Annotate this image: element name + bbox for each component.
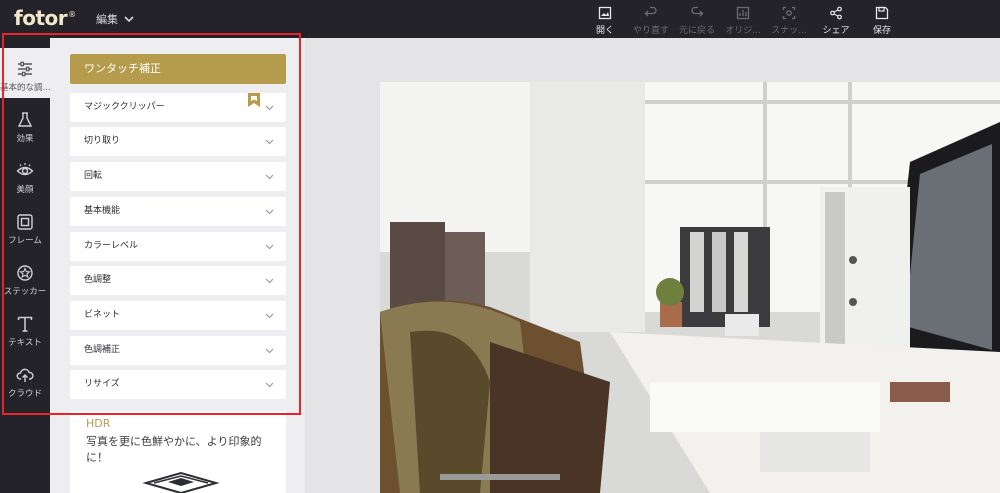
undo-button[interactable]: やり直す: [626, 6, 676, 36]
accordion-label: マジッククリッパー: [84, 102, 165, 112]
accordion-label: ビネット: [84, 310, 121, 320]
chevron-down-icon: [265, 348, 274, 354]
hdr-title: HDR: [86, 417, 111, 430]
accordion-resize[interactable]: リサイズ: [70, 370, 286, 399]
save-label: 保存: [872, 26, 891, 36]
accordion-label: 基本機能: [84, 206, 121, 216]
accordion-rotate[interactable]: 回転: [70, 162, 286, 191]
top-bar: fotor® 編集 開く やり直す 元に戻る オリジ... スナッ... シェア…: [0, 0, 1000, 38]
rail-label-text: テキスト: [8, 338, 42, 348]
rail-item-sticker[interactable]: ステッカー: [0, 252, 50, 302]
rail-label-beauty: 美顔: [16, 185, 34, 195]
redo-label: 元に戻る: [678, 26, 715, 36]
chevron-down-icon: [124, 16, 134, 23]
fotor-logo[interactable]: fotor®: [14, 6, 76, 30]
accordion-label: 色調整: [84, 275, 112, 285]
photo-preview[interactable]: [380, 82, 1000, 493]
hdr-layers-icon: [142, 471, 220, 493]
editor-canvas: [305, 38, 1000, 493]
original-icon: [736, 6, 750, 20]
sliders-icon: [18, 61, 32, 77]
original-label: オリジ...: [725, 26, 761, 36]
sticker-icon: [17, 265, 33, 281]
open-image-icon: [598, 6, 612, 20]
frame-icon: [17, 214, 33, 230]
original-button[interactable]: オリジ...: [718, 6, 768, 36]
accordion-color-adjust[interactable]: 色調整: [70, 266, 286, 295]
edit-menu[interactable]: 編集: [96, 11, 134, 27]
share-icon: [830, 6, 842, 20]
chevron-down-icon: [265, 174, 274, 180]
accordion-label: 切り取り: [84, 136, 121, 146]
accordion-label: 色調補正: [84, 345, 121, 355]
bookmark-icon: [248, 93, 260, 107]
basic-adjust-panel: ワンタッチ補正 マジッククリッパー 切り取り 回転 基本機能 カラーレベル 色調…: [50, 38, 305, 493]
flask-icon: [17, 112, 33, 127]
rail-item-beauty[interactable]: 美顔: [0, 150, 50, 200]
rail-item-basic-adjust[interactable]: 基本的な調...: [0, 48, 50, 98]
accordion-label: 回転: [84, 171, 103, 181]
accordion-vignette[interactable]: ビネット: [70, 301, 286, 330]
redo-button[interactable]: 元に戻る: [672, 6, 722, 36]
eye-icon: [16, 163, 34, 176]
rail-label-cloud: クラウド: [7, 389, 42, 399]
share-button[interactable]: シェア: [811, 6, 861, 36]
chevron-down-icon: [265, 139, 274, 145]
edit-menu-label: 編集: [96, 13, 118, 26]
hdr-effect-card[interactable]: HDR 写真を更に色鮮やかに、より印象的に！: [70, 411, 286, 493]
one-touch-enhance-button[interactable]: ワンタッチ補正: [70, 54, 286, 84]
rail-item-cloud[interactable]: クラウド: [0, 354, 50, 404]
text-icon: [17, 316, 33, 332]
save-icon: [875, 6, 889, 20]
accordion-label: リサイズ: [84, 379, 120, 389]
left-rail: 基本的な調... 効果 美顔 フレーム ステッカー テキスト クラウド: [0, 38, 50, 493]
save-button[interactable]: 保存: [857, 6, 907, 36]
chevron-down-icon: [265, 209, 274, 215]
rail-label-sticker: ステッカー: [3, 287, 47, 297]
chevron-down-icon: [265, 244, 274, 250]
accordion-basic-functions[interactable]: 基本機能: [70, 197, 286, 226]
chevron-down-icon: [265, 382, 274, 388]
cloud-upload-icon: [16, 368, 34, 382]
open-button[interactable]: 開く: [580, 6, 630, 36]
accordion-color-level[interactable]: カラーレベル: [70, 232, 286, 261]
snapshot-button[interactable]: スナッ...: [764, 6, 814, 36]
share-label: シェア: [822, 26, 850, 36]
accordion-label: カラーレベル: [84, 241, 139, 251]
office-desk-photo: [380, 82, 1000, 493]
undo-label: やり直す: [632, 26, 669, 36]
undo-icon: [644, 6, 657, 17]
snapshot-label: スナッ...: [771, 26, 807, 36]
open-label: 開く: [595, 26, 614, 36]
rail-item-frame[interactable]: フレーム: [0, 201, 50, 251]
chevron-down-icon: [265, 278, 274, 284]
rail-label-frame: フレーム: [8, 236, 42, 246]
rail-label-effects: 効果: [16, 134, 34, 144]
rail-item-effects[interactable]: 効果: [0, 99, 50, 149]
accordion-tone-correction[interactable]: 色調補正: [70, 336, 286, 365]
hdr-description: 写真を更に色鮮やかに、より印象的に！: [86, 435, 262, 464]
rail-label-basic-adjust: 基本的な調...: [0, 83, 50, 93]
snapshot-icon: [782, 6, 796, 20]
accordion-crop[interactable]: 切り取り: [70, 127, 286, 156]
accordion-magic-clipper[interactable]: マジッククリッパー: [70, 93, 286, 122]
redo-icon: [691, 6, 704, 17]
chevron-down-icon: [265, 313, 274, 319]
rail-item-text[interactable]: テキスト: [0, 303, 50, 353]
chevron-down-icon: [265, 105, 274, 111]
